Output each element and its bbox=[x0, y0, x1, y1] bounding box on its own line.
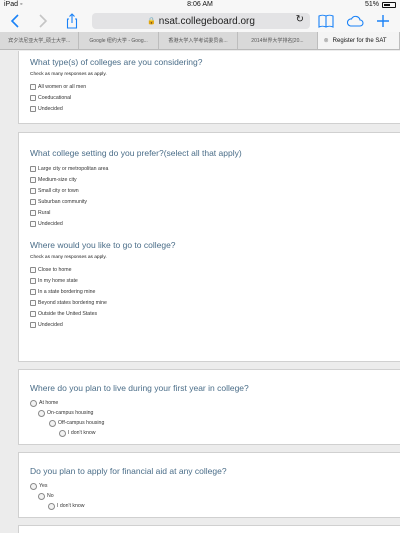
back-icon[interactable] bbox=[10, 12, 20, 30]
option-bordering-state[interactable]: In a state bordering mine bbox=[30, 286, 400, 297]
option-large-city[interactable]: Large city or metropolitan area bbox=[30, 163, 400, 174]
reload-icon[interactable]: ↻ bbox=[296, 14, 304, 25]
tab-1[interactable]: 宾夕法尼亚大学_硕士大学... bbox=[0, 32, 80, 49]
option-undecided[interactable]: Undecided bbox=[30, 218, 400, 229]
option-outside-us[interactable]: Outside the United States bbox=[30, 308, 400, 319]
tab-2[interactable]: Google 纽约大学 - Goog... bbox=[79, 32, 159, 49]
battery-percent: 51% bbox=[364, 1, 379, 8]
option-suburban[interactable]: Suburban community bbox=[30, 196, 400, 207]
question-card-financial-aid: Do you plan to apply for financial aid a… bbox=[18, 452, 400, 518]
question-title: What type(s) of colleges are you conside… bbox=[30, 57, 203, 67]
option-yes[interactable]: Yes bbox=[30, 481, 400, 491]
checkbox[interactable] bbox=[30, 266, 36, 273]
question-hint: Check as many responses as apply. bbox=[30, 255, 107, 260]
option-home-state[interactable]: In my home state bbox=[30, 275, 400, 286]
checkbox[interactable] bbox=[30, 321, 36, 328]
question-card-college-type: What type(s) of colleges are you conside… bbox=[18, 51, 400, 124]
option-small-city[interactable]: Small city or town bbox=[30, 185, 400, 196]
radio-button[interactable] bbox=[59, 429, 66, 437]
battery-icon bbox=[382, 1, 396, 8]
question-title: Do you plan to apply for financial aid a… bbox=[30, 466, 227, 476]
checkbox[interactable] bbox=[30, 83, 36, 90]
option-beyond-bordering[interactable]: Beyond states bordering mine bbox=[30, 297, 400, 308]
checkbox[interactable] bbox=[30, 105, 36, 112]
checkbox[interactable] bbox=[30, 165, 36, 172]
question-card-housing: Where do you plan to live during your fi… bbox=[18, 369, 400, 445]
option-dont-know[interactable]: I don't know bbox=[30, 501, 400, 511]
option-undecided[interactable]: Undecided bbox=[30, 103, 400, 114]
question-title: Where do you plan to live during your fi… bbox=[30, 383, 249, 393]
close-tab-icon[interactable]: ⊗ bbox=[324, 37, 329, 44]
tab-register-sat[interactable]: ⊗ Register for the SAT bbox=[317, 32, 400, 49]
question-card-next bbox=[18, 525, 400, 533]
radio-button[interactable] bbox=[30, 482, 37, 490]
question-card-setting-location: What college setting do you prefer?(sele… bbox=[18, 132, 400, 362]
radio-button[interactable] bbox=[38, 492, 45, 500]
option-off-campus[interactable]: Off-campus housing bbox=[30, 418, 400, 428]
checkbox[interactable] bbox=[30, 310, 36, 317]
checkbox[interactable] bbox=[30, 198, 36, 205]
tab-bar: 宾夕法尼亚大学_硕士大学... Google 纽约大学 - Goog... 香港… bbox=[0, 32, 400, 50]
page-content[interactable]: What type(s) of colleges are you conside… bbox=[0, 51, 400, 533]
address-url: nsat.collegeboard.org bbox=[158, 15, 255, 27]
option-dont-know[interactable]: I don't know bbox=[30, 428, 400, 438]
option-medium-city[interactable]: Medium-size city bbox=[30, 174, 400, 185]
browser-toolbar: 🔒 nsat.collegeboard.org ↻ bbox=[0, 10, 400, 32]
radio-button[interactable] bbox=[38, 409, 45, 417]
option-at-home[interactable]: At home bbox=[30, 398, 400, 408]
option-undecided[interactable]: Undecided bbox=[30, 319, 400, 330]
option-rural[interactable]: Rural bbox=[30, 207, 400, 218]
cloud-tabs-icon[interactable] bbox=[346, 12, 364, 30]
forward-icon[interactable] bbox=[38, 12, 48, 30]
option-coeducational[interactable]: Coeducational bbox=[30, 92, 400, 103]
address-bar[interactable]: 🔒 nsat.collegeboard.org ↻ bbox=[92, 13, 310, 29]
lock-icon: 🔒 bbox=[147, 18, 156, 25]
checkbox[interactable] bbox=[30, 209, 36, 216]
tab-3[interactable]: 香港大学入学考试委员会... bbox=[159, 32, 239, 49]
question-title: What college setting do you prefer?(sele… bbox=[30, 148, 242, 158]
checkbox[interactable] bbox=[30, 94, 36, 101]
checkbox[interactable] bbox=[30, 299, 36, 306]
checkbox[interactable] bbox=[30, 288, 36, 295]
checkbox[interactable] bbox=[30, 176, 36, 183]
bookmarks-icon[interactable] bbox=[318, 12, 334, 30]
option-no[interactable]: No bbox=[30, 491, 400, 501]
option-on-campus[interactable]: On-campus housing bbox=[30, 408, 400, 418]
checkbox[interactable] bbox=[30, 187, 36, 194]
status-time: 8:06 AM bbox=[187, 1, 213, 8]
radio-button[interactable] bbox=[49, 419, 56, 427]
option-all-women-or-men[interactable]: All women or all men bbox=[30, 81, 400, 92]
tab-4[interactable]: 2014世界大学排名[20... bbox=[238, 32, 318, 49]
checkbox[interactable] bbox=[30, 220, 36, 227]
new-tab-icon[interactable] bbox=[376, 12, 390, 30]
question-title: Where would you like to go to college? bbox=[30, 240, 176, 250]
radio-button[interactable] bbox=[48, 502, 55, 510]
option-close-to-home[interactable]: Close to home bbox=[30, 264, 400, 275]
share-icon[interactable] bbox=[66, 12, 78, 30]
status-bar: iPad ◦ 8:06 AM 51% bbox=[0, 0, 400, 10]
question-hint: Check as many responses as apply. bbox=[30, 72, 107, 77]
radio-button[interactable] bbox=[30, 399, 37, 407]
checkbox[interactable] bbox=[30, 277, 36, 284]
